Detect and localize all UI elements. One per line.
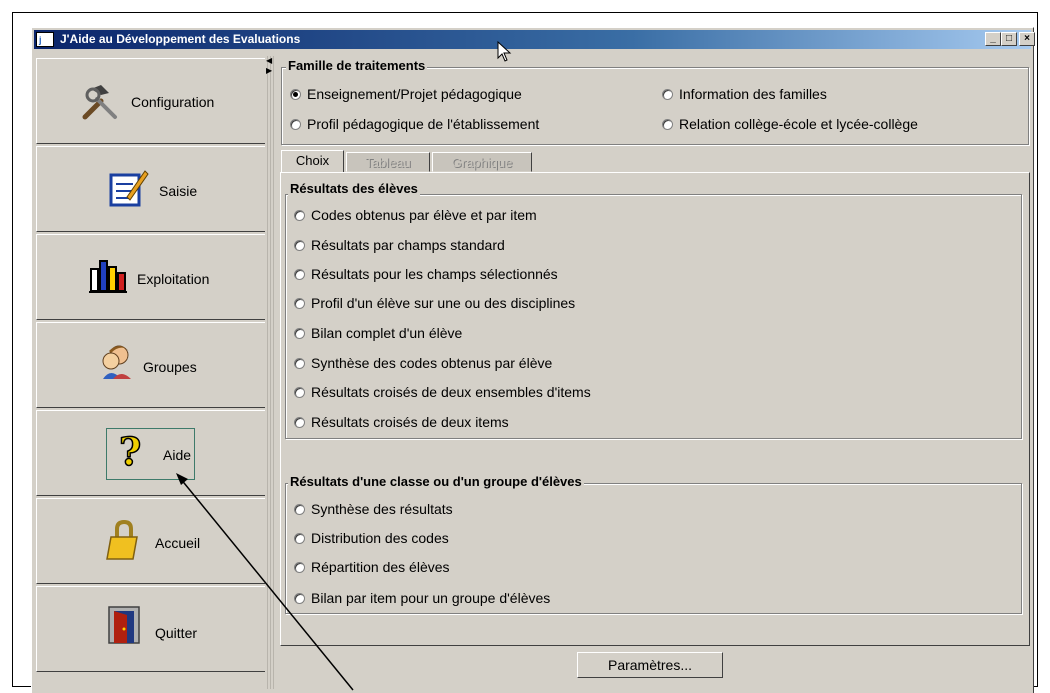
nav-groupes-label: Groupes [143, 359, 197, 375]
nav-groupes-button[interactable]: Groupes [36, 322, 271, 408]
focus-rectangle [106, 428, 195, 480]
close-icon: × [1024, 33, 1030, 44]
radio-distribution-codes[interactable]: Distribution des codes [294, 530, 449, 546]
tab-choix[interactable]: Choix [281, 150, 344, 173]
radio-unselected-icon [294, 503, 305, 515]
nav-configuration-button[interactable]: Configuration [36, 58, 271, 144]
option-label: Synthèse des résultats [311, 501, 453, 517]
famille-group [281, 67, 1029, 145]
radio-croises-items[interactable]: Résultats croisés de deux items [294, 414, 509, 430]
tab-choix-label: Choix [295, 153, 330, 168]
nav-saisie-label: Saisie [159, 183, 198, 199]
radio-information-familles[interactable]: Information des familles [662, 86, 827, 102]
radio-relation-college[interactable]: Relation collège-école et lycée-collège [662, 116, 918, 132]
radio-enseignement-label: Enseignement/Projet pédagogique [307, 86, 522, 102]
tab-graphique-label: Graphique [451, 155, 513, 170]
expand-right-icon[interactable]: ▶ [266, 66, 272, 75]
minimize-icon: _ [990, 33, 996, 44]
collapse-left-icon[interactable]: ◀ [266, 56, 272, 65]
radio-bilan-item-groupe[interactable]: Bilan par item pour un groupe d'élèves [294, 590, 550, 606]
nav-panel: Configuration Saisie Exploitation Groupe… [36, 56, 274, 686]
option-label: Distribution des codes [311, 530, 449, 546]
radio-information-familles-label: Information des familles [679, 86, 827, 102]
radio-unselected-icon [294, 532, 305, 544]
radio-unselected-icon [662, 88, 673, 100]
tab-tableau-label: Tableau [365, 155, 411, 170]
radio-unselected-icon [294, 239, 305, 251]
radio-unselected-icon [294, 327, 305, 339]
radio-selected-icon [290, 88, 301, 100]
option-label: Résultats croisés de deux items [311, 414, 509, 430]
radio-champs-selectionnes[interactable]: Résultats pour les champs sélectionnés [294, 266, 558, 282]
splitter-handle[interactable] [265, 56, 276, 689]
classe-group-title: Résultats d'une classe ou d'un groupe d'… [288, 474, 584, 489]
nav-configuration-label: Configuration [131, 94, 215, 110]
option-label: Profil d'un élève sur une ou des discipl… [311, 295, 576, 311]
nav-exploitation-label: Exploitation [137, 271, 210, 287]
eleves-group [285, 194, 1022, 439]
app-icon-letter: j [39, 35, 42, 45]
close-button[interactable]: × [1019, 32, 1035, 46]
radio-unselected-icon [294, 561, 305, 573]
window-title: J'Aide au Développement des Evaluations [60, 32, 301, 46]
option-label: Résultats croisés de deux ensembles d'it… [311, 384, 591, 400]
title-bar[interactable]: j J'Aide au Développement des Evaluation… [34, 30, 1035, 49]
minimize-button[interactable]: _ [985, 32, 1001, 46]
option-label: Bilan par item pour un groupe d'élèves [311, 590, 551, 606]
mouse-cursor-icon [497, 41, 512, 62]
people-icon [102, 345, 131, 379]
option-label: Résultats par champs standard [311, 237, 505, 253]
tab-tableau[interactable]: Tableau [346, 152, 430, 172]
maximize-button[interactable]: □ [1001, 32, 1017, 46]
radio-croises-ensembles[interactable]: Résultats croisés de deux ensembles d'it… [294, 384, 591, 400]
notepad-icon [109, 170, 149, 207]
radio-unselected-icon [294, 416, 305, 428]
nav-quitter-label: Quitter [155, 625, 198, 641]
radio-profil-etablissement[interactable]: Profil pédagogique de l'établissement [290, 116, 539, 132]
radio-profil-etablissement-label: Profil pédagogique de l'établissement [307, 116, 540, 132]
nav-exploitation-button[interactable]: Exploitation [36, 234, 271, 320]
nav-saisie-button[interactable]: Saisie [36, 146, 271, 232]
option-label: Bilan complet d'un élève [311, 325, 463, 341]
radio-champs-standard[interactable]: Résultats par champs standard [294, 237, 505, 253]
nav-accueil-button[interactable]: Accueil [36, 498, 271, 584]
radio-synthese-codes[interactable]: Synthèse des codes obtenus par élève [294, 355, 552, 371]
famille-group-title: Famille de traitements [286, 58, 428, 73]
radio-unselected-icon [294, 592, 305, 604]
radio-profil-eleve[interactable]: Profil d'un élève sur une ou des discipl… [294, 295, 575, 311]
radio-codes-eleve-item[interactable]: Codes obtenus par élève et par item [294, 207, 537, 223]
radio-unselected-icon [294, 357, 305, 369]
radio-unselected-icon [294, 386, 305, 398]
parametres-button[interactable]: Paramètres... [577, 652, 723, 678]
option-label: Résultats pour les champs sélectionnés [311, 266, 558, 282]
radio-synthese-resultats[interactable]: Synthèse des résultats [294, 501, 453, 517]
tab-graphique[interactable]: Graphique [432, 152, 532, 172]
app-icon[interactable]: j [36, 32, 54, 47]
radio-bilan-complet[interactable]: Bilan complet d'un élève [294, 325, 462, 341]
nav-quitter-button[interactable]: Quitter [36, 586, 271, 672]
option-label: Répartition des élèves [311, 559, 450, 575]
radio-unselected-icon [294, 268, 305, 280]
eleves-group-title: Résultats des élèves [288, 181, 420, 196]
bar-chart-icon [89, 260, 127, 293]
radio-unselected-icon [294, 209, 305, 221]
radio-unselected-icon [662, 118, 673, 130]
radio-repartition-eleves[interactable]: Répartition des élèves [294, 559, 450, 575]
option-label: Synthèse des codes obtenus par élève [311, 355, 553, 371]
door-icon [108, 606, 140, 644]
padlock-icon [106, 519, 138, 560]
nav-accueil-label: Accueil [155, 535, 201, 551]
tools-icon [82, 85, 117, 120]
radio-enseignement[interactable]: Enseignement/Projet pédagogique [290, 86, 522, 102]
radio-relation-college-label: Relation collège-école et lycée-collège [679, 116, 918, 132]
maximize-icon: □ [1005, 33, 1013, 44]
option-label: Codes obtenus par élève et par item [311, 207, 537, 223]
radio-unselected-icon [290, 118, 301, 130]
radio-unselected-icon [294, 297, 305, 309]
